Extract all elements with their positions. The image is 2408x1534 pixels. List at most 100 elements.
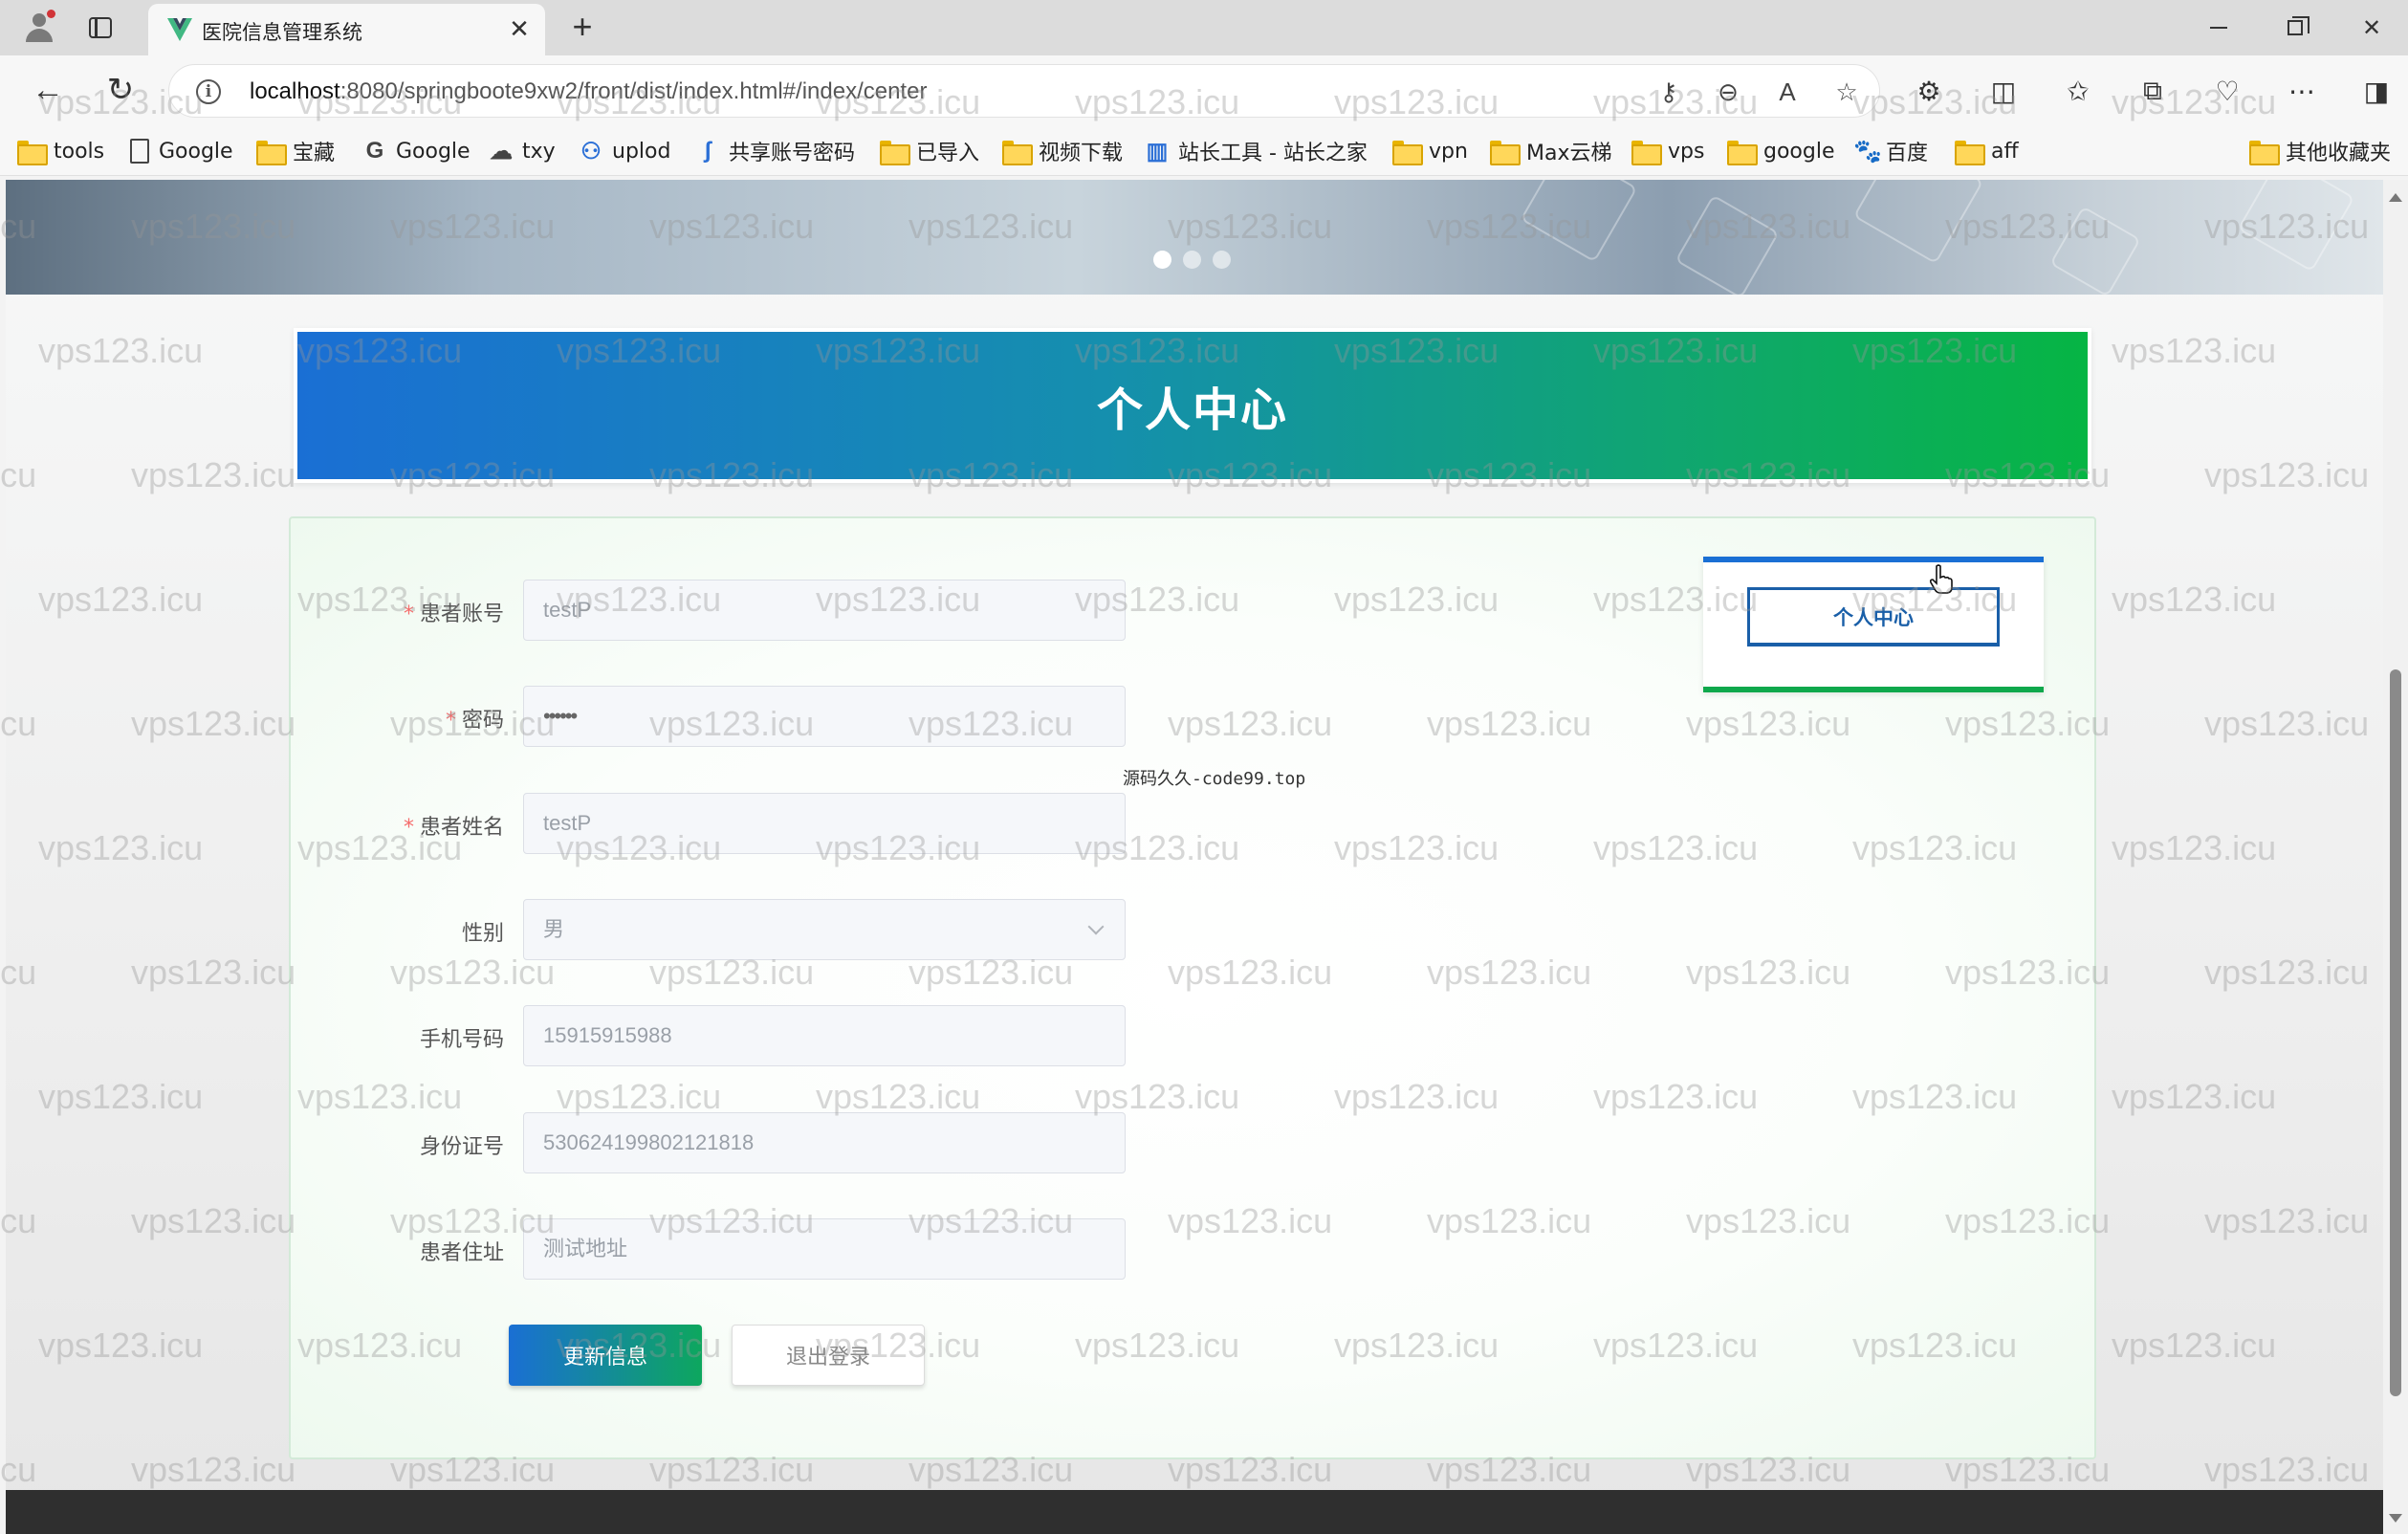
other-bookmarks-label: 其他收藏夹: [2286, 142, 2392, 165]
window-close-icon[interactable]: ✕: [2345, 6, 2398, 50]
bookmark-item[interactable]: aff: [1955, 136, 2019, 166]
tab-title: 医院信息管理系统: [202, 21, 362, 44]
folder-icon: [17, 141, 48, 165]
zoom-out-icon[interactable]: ⊖: [1711, 75, 1745, 109]
upload-icon: ⚇: [580, 138, 602, 164]
bookmark-label: 已导入: [916, 142, 980, 165]
bookmark-label: 百度: [1886, 142, 1929, 165]
favorite-star-icon[interactable]: ☆: [1829, 75, 1864, 109]
folder-icon: [1002, 141, 1033, 165]
baidu-icon: 🐾: [1853, 138, 1882, 164]
url-text[interactable]: localhost:8080/springboote9xw2/front/dis…: [250, 78, 927, 105]
bookmark-label: 宝藏: [293, 142, 336, 165]
logout-button[interactable]: 退出登录: [732, 1325, 925, 1386]
bookmark-item[interactable]: 🐾 百度: [1853, 136, 1928, 166]
form-label: * 密码: [445, 709, 504, 733]
carousel-dot[interactable]: [1213, 251, 1231, 269]
google-icon: G: [365, 138, 384, 164]
update-info-button[interactable]: 更新信息: [509, 1325, 702, 1386]
carousel-dot[interactable]: [1183, 251, 1201, 269]
gender-select[interactable]: 男: [523, 899, 1126, 960]
bookmark-label: google: [1763, 139, 1835, 164]
address-toolbar: ← ↻ i localhost:8080/springboote9xw2/fro…: [0, 55, 2408, 126]
banner-carousel: [6, 180, 2383, 295]
scroll-up-arrow-icon[interactable]: [2389, 193, 2402, 202]
profile-icon[interactable]: [19, 8, 59, 48]
bookmark-item[interactable]: ʃ 共享账号密码: [696, 136, 855, 166]
bookmarks-bar: tools Google 宝藏 G Google ☁ txy ⚇ uplod ʃ 共享账…: [0, 126, 2408, 176]
page-title-bar: 个人中心: [294, 328, 2091, 483]
favorites-icon[interactable]: ✩: [2056, 69, 2100, 113]
bookmark-label: Google: [159, 139, 233, 164]
scroll-down-arrow-icon[interactable]: [2389, 1514, 2402, 1523]
sidebar-toggle-icon[interactable]: ◨: [2354, 69, 2398, 113]
bookmark-item[interactable]: Google: [130, 136, 233, 166]
bookmark-item[interactable]: vps: [1631, 136, 1704, 166]
bookmark-item[interactable]: 视频下载: [1002, 136, 1123, 166]
folder-icon: [1955, 141, 1985, 165]
minimize-icon[interactable]: [2192, 6, 2245, 50]
bookmark-label: uplod: [612, 139, 671, 164]
folder-icon: [256, 141, 287, 165]
other-bookmarks[interactable]: 其他收藏夹: [2249, 136, 2391, 166]
bookmark-item[interactable]: ▥ 站长工具 - 站长之家: [1146, 136, 1368, 166]
address-input[interactable]: 测试地址: [523, 1218, 1126, 1280]
form-label: * 患者账号: [403, 603, 504, 626]
form-row-address: 患者住址 测试地址: [291, 1218, 1247, 1280]
restore-icon[interactable]: [2268, 6, 2322, 50]
url-path: :8080/springboote9xw2/front/dist/index.h…: [339, 78, 928, 104]
extensions-icon[interactable]: ⚙: [1907, 69, 1951, 113]
id-number-input[interactable]: 530624199802121818: [523, 1112, 1126, 1173]
bookmark-label: 共享账号密码: [729, 142, 856, 165]
bookmark-item[interactable]: ⚇ uplod: [580, 136, 670, 166]
side-menu: 个人中心: [1703, 557, 2044, 692]
cloud-icon: ☁: [490, 138, 513, 164]
address-bar[interactable]: i localhost:8080/springboote9xw2/front/d…: [168, 64, 1880, 118]
bookmark-label: tools: [54, 139, 105, 164]
tab-actions-icon[interactable]: [80, 8, 120, 48]
bookmark-item[interactable]: 宝藏: [256, 136, 335, 166]
bookmark-item[interactable]: vpn: [1392, 136, 1468, 166]
read-aloud-icon[interactable]: A: [1770, 75, 1805, 109]
site-info-icon[interactable]: i: [196, 79, 221, 104]
back-arrow-icon[interactable]: ←: [27, 69, 69, 111]
more-menu-icon[interactable]: ⋯: [2280, 69, 2324, 113]
scrollbar-thumb[interactable]: [2390, 669, 2401, 1396]
folder-icon: [1392, 141, 1423, 165]
browser-tab-active[interactable]: 医院信息管理系统 ✕: [148, 4, 545, 55]
bookmark-item[interactable]: Max云梯: [1490, 136, 1611, 166]
chart-icon: ▥: [1146, 138, 1169, 164]
bookmark-label: txy: [522, 139, 556, 164]
browser-essentials-icon[interactable]: ♡: [2205, 69, 2249, 113]
account-input[interactable]: testP: [523, 580, 1126, 641]
carousel-dot[interactable]: [1153, 251, 1171, 269]
page-icon: [130, 139, 149, 164]
side-menu-item-personal-center[interactable]: 个人中心: [1747, 587, 2000, 646]
form-row-password: * 密码 ••••••: [291, 686, 1247, 747]
new-tab-icon[interactable]: +: [562, 8, 602, 48]
page-viewport: 个人中心 * 患者账号 testP * 密码 •••••• * 患者姓名 testP …: [6, 180, 2383, 1534]
vue-logo-icon: [167, 18, 192, 41]
folder-icon: [1631, 141, 1662, 165]
bookmark-item[interactable]: google: [1727, 136, 1835, 166]
name-input[interactable]: testP: [523, 793, 1126, 854]
bookmark-item[interactable]: tools: [17, 136, 104, 166]
split-screen-icon[interactable]: ◫: [1981, 69, 2025, 113]
reload-icon[interactable]: ↻: [99, 69, 142, 111]
bookmark-item[interactable]: 已导入: [880, 136, 979, 166]
phone-input[interactable]: 15915915988: [523, 1005, 1126, 1066]
folder-icon: [2249, 141, 2280, 165]
page-scrollbar[interactable]: [2383, 180, 2408, 1534]
address-value: 测试地址: [543, 1238, 628, 1261]
form-row-gender: 性别 男: [291, 899, 1247, 960]
browser-tab-bar: 医院信息管理系统 ✕ + ✕: [0, 0, 2408, 55]
hand-cursor-icon: [1929, 564, 1953, 594]
bookmark-label: Max云梯: [1526, 142, 1612, 165]
bookmark-item[interactable]: G Google: [363, 136, 471, 166]
collections-icon[interactable]: ⧉: [2131, 69, 2175, 113]
password-input[interactable]: ••••••: [523, 686, 1126, 747]
bookmark-item[interactable]: ☁ txy: [490, 136, 556, 166]
tab-close-icon[interactable]: ✕: [504, 13, 535, 44]
key-icon[interactable]: ⚷: [1652, 75, 1686, 109]
bookmark-label: vps: [1668, 139, 1705, 164]
